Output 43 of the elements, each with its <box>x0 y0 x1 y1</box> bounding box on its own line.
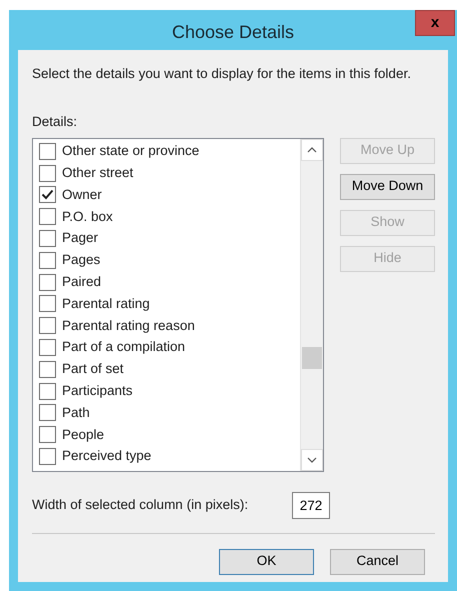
detail-label[interactable]: People <box>62 424 104 445</box>
checkbox[interactable] <box>39 208 56 226</box>
detail-label[interactable]: Perceived type <box>62 446 152 467</box>
checkbox[interactable] <box>39 186 56 204</box>
detail-label[interactable]: Other state or province <box>62 141 200 162</box>
side-button[interactable]: Move Down <box>340 174 435 200</box>
checkbox[interactable] <box>39 448 56 466</box>
detail-label[interactable]: Pager <box>62 228 98 249</box>
checkbox[interactable] <box>39 360 56 378</box>
window-title: Choose Details <box>172 20 294 44</box>
scroll-thumb[interactable] <box>302 346 322 368</box>
checkbox[interactable] <box>39 164 56 182</box>
detail-label[interactable]: P.O. box <box>62 206 113 227</box>
close-button[interactable]: x <box>415 10 455 36</box>
instruction-text: Select the details you want to display for the items in this folder. <box>32 65 412 83</box>
width-label: Width of selected column (in pixels): <box>32 496 250 514</box>
checkbox[interactable] <box>39 295 56 312</box>
detail-label[interactable]: Paired <box>62 272 102 292</box>
dialog-button[interactable]: Cancel <box>330 548 425 574</box>
detail-label[interactable]: Pages <box>62 250 100 270</box>
detail-label[interactable]: Participants <box>62 381 133 402</box>
checkbox[interactable] <box>39 252 56 269</box>
checkbox[interactable] <box>39 274 56 291</box>
scroll-down-icon[interactable] <box>301 448 323 470</box>
details-label: Details: <box>32 113 78 132</box>
detail-label[interactable]: Parental rating reason <box>62 316 195 336</box>
checkbox[interactable] <box>39 230 56 248</box>
checkbox[interactable] <box>39 142 56 160</box>
dialog-button[interactable]: OK <box>219 548 314 574</box>
checkbox[interactable] <box>39 317 56 334</box>
detail-label[interactable]: Owner <box>62 184 102 206</box>
detail-label[interactable]: Parental rating <box>62 294 150 314</box>
checkbox[interactable] <box>39 426 56 444</box>
scroll-bar[interactable] <box>300 138 323 470</box>
scroll-up-icon[interactable] <box>301 138 323 160</box>
detail-label[interactable]: Part of set <box>62 359 124 380</box>
width-field[interactable]: 272 <box>292 492 330 518</box>
detail-label[interactable]: Part of a compilation <box>62 337 186 358</box>
checkbox[interactable] <box>39 382 56 400</box>
detail-label[interactable]: Path <box>62 402 90 424</box>
checkbox[interactable] <box>39 339 56 356</box>
detail-label[interactable]: Other street <box>62 163 134 184</box>
checkbox[interactable] <box>39 404 56 422</box>
